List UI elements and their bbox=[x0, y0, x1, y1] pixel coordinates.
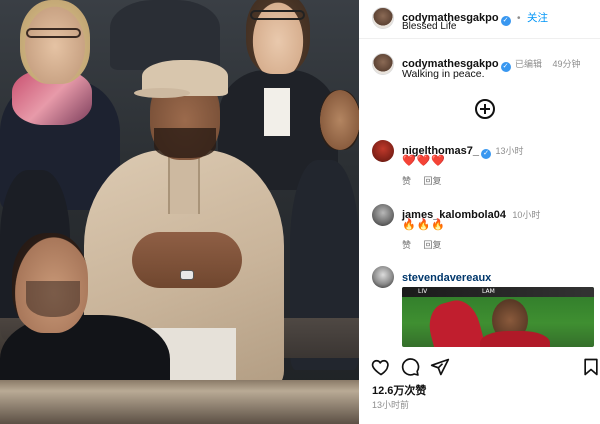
spectator-right-dark bbox=[290, 60, 359, 370]
verified-badge-icon: ✓ bbox=[500, 16, 511, 26]
scoreboard-home: LIV bbox=[418, 288, 428, 295]
stadium-railing bbox=[0, 380, 359, 424]
caption-text: Walking in peace. bbox=[402, 68, 485, 80]
comment-like-link[interactable]: 赞 bbox=[402, 240, 411, 250]
edited-label: 已编辑 bbox=[515, 59, 543, 69]
audio-label[interactable]: Blessed Life bbox=[402, 21, 456, 32]
comment-actions: 赞 回复 bbox=[402, 238, 442, 251]
comment-actions: 赞 回复 bbox=[402, 174, 442, 187]
author-avatar[interactable] bbox=[372, 7, 394, 29]
comment-avatar[interactable] bbox=[372, 204, 394, 226]
comment-header: stevendavereaux bbox=[402, 268, 491, 286]
caption-author-avatar[interactable] bbox=[372, 53, 394, 75]
like-count[interactable]: 12.6万次赞 bbox=[372, 382, 426, 398]
comment-reply-link[interactable]: 回复 bbox=[424, 176, 442, 186]
scoreboard-bar: LIV LAM bbox=[402, 287, 594, 297]
comment-avatar[interactable] bbox=[372, 266, 394, 288]
scoreboard-away: LAM bbox=[482, 288, 495, 295]
comment-reply-link[interactable]: 回复 bbox=[424, 240, 442, 250]
header-divider bbox=[359, 38, 600, 39]
plus-circle-icon[interactable] bbox=[475, 99, 495, 119]
comment-text: ❤️❤️❤️ bbox=[402, 155, 447, 167]
comment-username[interactable]: stevendavereaux bbox=[402, 272, 491, 284]
post-photo[interactable] bbox=[0, 0, 359, 424]
heart-icon[interactable] bbox=[371, 357, 391, 377]
paper-plane-icon[interactable] bbox=[430, 357, 450, 377]
comment-like-link[interactable]: 赞 bbox=[402, 176, 411, 186]
post-details-panel: codymathesgakpo ✓ • 关注 Blessed Life codym… bbox=[359, 0, 600, 424]
follow-button[interactable]: 关注 bbox=[527, 12, 548, 24]
bookmark-icon[interactable] bbox=[581, 357, 600, 377]
comment-timestamp: 10小时 bbox=[512, 210, 541, 220]
verified-badge-icon: ✓ bbox=[500, 62, 511, 72]
separator-dot: • bbox=[517, 13, 521, 24]
comment-timestamp: 13小时 bbox=[495, 146, 524, 156]
player-shirt bbox=[480, 331, 550, 347]
post-age: 13小时前 bbox=[372, 400, 410, 410]
comment-avatar[interactable] bbox=[372, 140, 394, 162]
comment-text: 🔥🔥🔥 bbox=[402, 219, 447, 231]
comment-bubble-icon[interactable] bbox=[400, 357, 420, 377]
caption-timestamp: 49分钟 bbox=[552, 59, 581, 69]
comment-media-preview[interactable]: LIV LAM bbox=[402, 287, 594, 347]
verified-badge-icon: ✓ bbox=[481, 149, 492, 159]
